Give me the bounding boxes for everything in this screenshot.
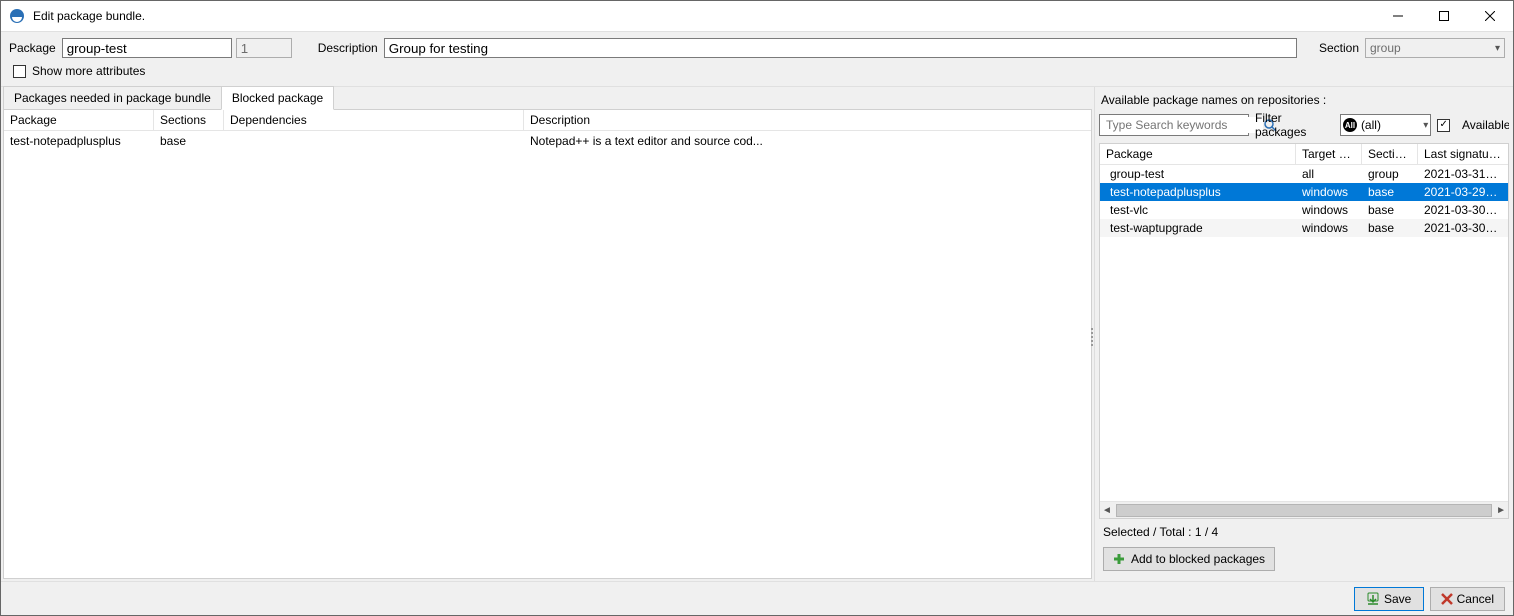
col-target-os[interactable]: Target OS [1296, 144, 1362, 164]
show-more-checkbox[interactable] [13, 65, 26, 78]
cell-sections: base [154, 131, 224, 151]
app-icon [9, 8, 25, 24]
section-value: group [1370, 41, 1401, 55]
show-more-label: Show more attributes [32, 64, 145, 78]
chevron-down-icon: ▾ [1423, 120, 1428, 131]
footer: Save Cancel [1, 581, 1513, 615]
cell-last-signature: 2021-03-30T15... [1418, 218, 1508, 238]
save-label: Save [1384, 592, 1411, 606]
table-row[interactable]: test-waptupgradewindowsbase2021-03-30T15… [1100, 219, 1508, 237]
section-label: Section [1319, 41, 1359, 55]
selection-status: Selected / Total : 1 / 4 [1099, 519, 1509, 545]
cell-last-signature: 2021-03-29T17... [1418, 182, 1508, 202]
cell-description: Notepad++ is a text editor and source co… [524, 131, 1091, 151]
add-to-blocked-button[interactable]: Add to blocked packages [1103, 547, 1275, 571]
available-header: Available package names on repositories … [1099, 91, 1509, 111]
description-label: Description [318, 41, 378, 55]
blocked-table-header: Package Sections Dependencies Descriptio… [4, 110, 1091, 131]
left-pane: Packages needed in package bundle Blocke… [1, 87, 1095, 581]
save-button[interactable]: Save [1354, 587, 1424, 611]
scroll-left-icon[interactable]: ◄ [1102, 505, 1112, 516]
cell-last-signature: 2021-03-31T09... [1418, 164, 1508, 184]
filter-value: (all) [1361, 118, 1419, 132]
cell-target-os: windows [1296, 200, 1362, 220]
cell-package: test-waptupgrade [1100, 218, 1296, 238]
filter-badge: All [1343, 118, 1357, 132]
filter-label: Filter packages [1255, 111, 1334, 139]
available-table-header: Package Target OS Sections Last signatur… [1100, 144, 1508, 165]
plus-icon [1113, 553, 1125, 565]
description-input[interactable] [384, 38, 1297, 58]
filter-select[interactable]: All (all) ▾ [1340, 114, 1431, 136]
col-sections[interactable]: Sections [154, 110, 224, 130]
horizontal-scrollbar[interactable]: ◄ ► [1100, 501, 1508, 518]
available-checkbox[interactable] [1437, 119, 1450, 132]
cell-sections: base [1362, 182, 1418, 202]
scroll-thumb[interactable] [1116, 504, 1492, 517]
cancel-button[interactable]: Cancel [1430, 587, 1505, 611]
window-title: Edit package bundle. [33, 9, 145, 23]
section-select[interactable]: group ▾ [1365, 38, 1505, 58]
search-input[interactable] [1104, 117, 1263, 133]
blocked-table: Package Sections Dependencies Descriptio… [3, 109, 1092, 579]
cell-sections: group [1362, 164, 1418, 184]
col-last-signature[interactable]: Last signature ... [1418, 144, 1508, 164]
version-input[interactable] [236, 38, 292, 58]
search-box[interactable] [1099, 114, 1249, 136]
available-table-wrap: Package Target OS Sections Last signatur… [1099, 143, 1509, 519]
cell-target-os: windows [1296, 182, 1362, 202]
cell-package: test-vlc [1100, 200, 1296, 220]
col-dependencies[interactable]: Dependencies [224, 110, 524, 130]
body: Packages needed in package bundle Blocke… [1, 87, 1513, 581]
available-label: Available [1462, 118, 1509, 132]
table-row[interactable]: group-testallgroup2021-03-31T09... [1100, 165, 1508, 183]
table-row[interactable]: test-notepadplusplusbase Notepad++ is a t… [4, 131, 1091, 151]
cell-target-os: all [1296, 164, 1362, 184]
tabs: Packages needed in package bundle Blocke… [3, 86, 1092, 110]
chevron-down-icon: ▾ [1495, 43, 1500, 54]
cell-sections: base [1362, 218, 1418, 238]
form-area: Package Description Section group ▾ Show… [1, 31, 1513, 87]
cell-last-signature: 2021-03-30T09... [1418, 200, 1508, 220]
tab-blocked[interactable]: Blocked package [221, 86, 334, 110]
cell-sections: base [1362, 200, 1418, 220]
right-pane: Available package names on repositories … [1095, 87, 1513, 581]
cell-package: test-notepadplusplus [4, 131, 154, 151]
cancel-label: Cancel [1457, 592, 1494, 606]
maximize-button[interactable] [1421, 1, 1467, 31]
col-package[interactable]: Package [4, 110, 154, 130]
col-description[interactable]: Description [524, 110, 1091, 130]
cell-dependencies [224, 131, 524, 151]
package-label: Package [9, 41, 56, 55]
splitter-handle[interactable] [1089, 307, 1095, 367]
package-input[interactable] [62, 38, 232, 58]
close-button[interactable] [1467, 1, 1513, 31]
table-row[interactable]: test-notepadpluspluswindowsbase2021-03-2… [1100, 183, 1508, 201]
cell-target-os: windows [1296, 218, 1362, 238]
minimize-button[interactable] [1375, 1, 1421, 31]
tab-needed[interactable]: Packages needed in package bundle [3, 86, 222, 110]
cell-package: group-test [1100, 164, 1296, 184]
table-row[interactable]: test-vlcwindowsbase2021-03-30T09... [1100, 201, 1508, 219]
available-table: Package Target OS Sections Last signatur… [1100, 144, 1508, 501]
scroll-right-icon[interactable]: ► [1496, 505, 1506, 516]
save-icon [1366, 592, 1380, 606]
col-sections[interactable]: Sections [1362, 144, 1418, 164]
titlebar: Edit package bundle. [1, 1, 1513, 31]
window: Edit package bundle. Package Description… [0, 0, 1514, 616]
col-package[interactable]: Package [1100, 144, 1296, 164]
cancel-icon [1441, 593, 1453, 605]
add-to-blocked-label: Add to blocked packages [1131, 552, 1265, 566]
cell-package: test-notepadplusplus [1100, 182, 1296, 202]
